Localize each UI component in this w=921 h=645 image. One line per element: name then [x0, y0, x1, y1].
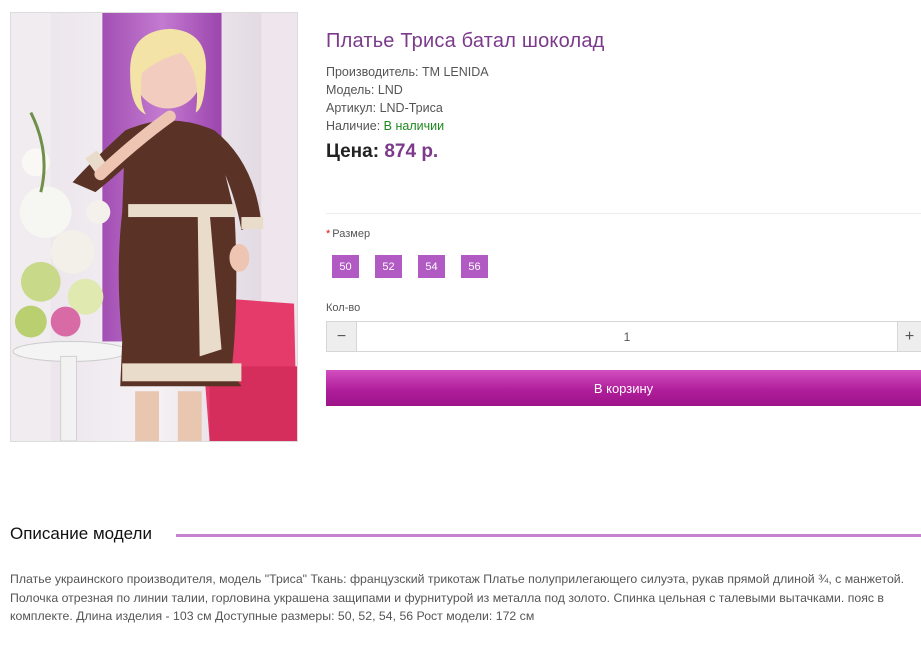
price: Цена: 874 р. [326, 141, 438, 163]
plus-icon: + [904, 327, 915, 345]
model-label: Модель: [326, 83, 375, 97]
sku-value: LND-Триса [379, 101, 443, 115]
manufacturer-label: Производитель: [326, 65, 419, 79]
description-text: Платье украинского производителя, модель… [10, 572, 905, 623]
sku-row: Артикул: LND-Триса [326, 99, 489, 117]
size-options: 50 52 54 56 [332, 255, 488, 278]
size-option-54[interactable]: 54 [418, 255, 445, 278]
add-to-cart-button[interactable]: В корзину [326, 370, 921, 406]
manufacturer-row: Производитель: TM LENIDA [326, 63, 489, 81]
model-value: LND [377, 83, 403, 97]
quantity-input[interactable] [357, 321, 897, 352]
size-option-52[interactable]: 52 [375, 255, 402, 278]
quantity-stepper: − + [326, 321, 921, 352]
minus-icon: − [336, 327, 347, 345]
size-option-50[interactable]: 50 [332, 255, 359, 278]
manufacturer-value: TM LENIDA [421, 65, 489, 79]
divider [326, 213, 921, 214]
size-label-text: Размер [332, 228, 371, 240]
description-header: Описание модели [10, 522, 921, 548]
product-image[interactable] [10, 12, 298, 442]
availability-value: В наличии [383, 119, 445, 133]
product-title: Платье Триса батал шоколад [326, 30, 605, 52]
sku-label: Артикул: [326, 101, 377, 115]
product-photo [11, 13, 297, 441]
description-title: Описание модели [10, 524, 152, 543]
required-marker: * [326, 228, 331, 240]
model-row: Модель: LND [326, 81, 489, 99]
size-option-56[interactable]: 56 [461, 255, 488, 278]
product-meta: Производитель: TM LENIDA Модель: LND Арт… [326, 63, 489, 135]
price-value: 874 р. [384, 141, 439, 162]
availability-label: Наличие: [326, 119, 381, 133]
quantity-label: Кол-во [326, 302, 361, 314]
availability-row: Наличие: В наличии [326, 117, 489, 135]
quantity-decrease-button[interactable]: − [326, 321, 357, 352]
quantity-increase-button[interactable]: + [897, 321, 921, 352]
size-label: * Размер [326, 228, 370, 240]
price-label: Цена: [326, 141, 380, 162]
description-divider [176, 534, 921, 537]
